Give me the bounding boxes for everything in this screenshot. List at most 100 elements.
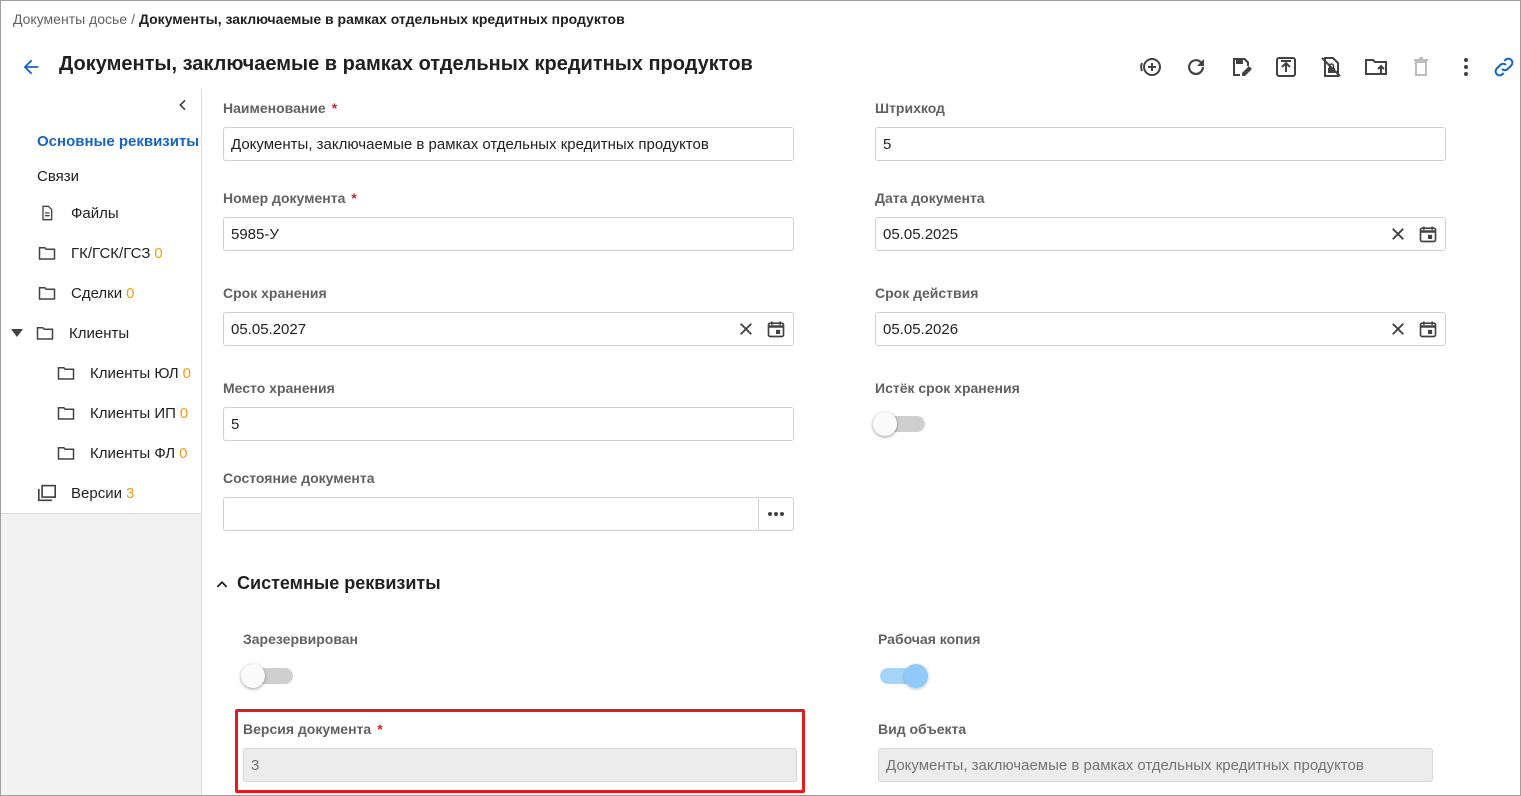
sidebar-item-files[interactable]: Файлы xyxy=(37,201,119,225)
doc-number-label: Номер документа * xyxy=(223,190,357,206)
page-header: Документы, заключаемые в рамках отдельны… xyxy=(1,45,1520,89)
item-count-badge: 0 xyxy=(179,444,188,462)
system-section-header[interactable]: Системные реквизиты xyxy=(215,573,441,594)
refresh-button[interactable] xyxy=(1173,51,1218,83)
sidebar-item-clients-ul[interactable]: Клиенты ЮЛ 0 xyxy=(56,361,191,385)
object-type-input[interactable]: Документы, заключаемые в рамках отдельны… xyxy=(878,748,1433,782)
main-form: Наименование * Документы, заключаемые в р… xyxy=(203,89,1520,795)
breadcrumb-parent[interactable]: Документы досье xyxy=(13,11,127,27)
chevron-up-icon xyxy=(216,580,228,588)
sidebar-item-versions[interactable]: Версии 3 xyxy=(37,481,134,505)
folder-icon xyxy=(56,443,76,463)
page-title: Документы, заключаемые в рамках отдельны… xyxy=(59,53,753,75)
clear-icon[interactable] xyxy=(735,317,757,341)
item-count-badge: 3 xyxy=(125,484,135,502)
collapse-sidebar-button[interactable] xyxy=(173,95,193,115)
unlock-file-icon xyxy=(1320,57,1341,77)
working-copy-toggle[interactable] xyxy=(876,663,930,689)
sidebar-item-label: Файлы xyxy=(71,204,119,222)
breadcrumb: Документы досье / Документы, заключаемые… xyxy=(13,11,625,27)
chevron-left-icon xyxy=(179,99,186,111)
barcode-input[interactable]: 5 xyxy=(875,127,1446,161)
sidebar-item-clients[interactable]: Клиенты xyxy=(11,321,129,345)
caret-down-icon[interactable] xyxy=(11,327,23,339)
link-button[interactable] xyxy=(1488,51,1520,83)
doc-number-input[interactable]: 5985-У xyxy=(223,217,794,251)
folder-move-icon xyxy=(1364,59,1387,75)
doc-date-input[interactable]: 05.05.2025 xyxy=(875,217,1446,251)
upload-button[interactable] xyxy=(1263,51,1308,83)
item-count-badge: 0 xyxy=(126,284,135,302)
breadcrumb-separator: / xyxy=(131,11,135,27)
doc-date-label: Дата документа xyxy=(875,190,985,206)
sidebar-item-label: Сделки xyxy=(71,284,123,302)
sidebar-item-clients-fl[interactable]: Клиенты ФЛ 0 xyxy=(56,441,187,465)
sidebar-item-clients-ip[interactable]: Клиенты ИП 0 xyxy=(56,401,188,425)
breadcrumb-current: Документы, заключаемые в рамках отдельны… xyxy=(138,11,625,27)
add-button[interactable] xyxy=(1128,51,1173,83)
storage-place-label: Место хранения xyxy=(223,380,335,396)
save-edit-icon xyxy=(1232,58,1252,76)
versions-icon xyxy=(37,483,57,503)
storage-expired-label: Истёк срок хранения xyxy=(875,380,1020,396)
storage-expired-toggle[interactable] xyxy=(873,411,927,437)
clear-icon[interactable] xyxy=(1387,317,1409,341)
unlock-file-button[interactable] xyxy=(1308,51,1353,83)
sidebar-item-links[interactable]: Связи xyxy=(37,164,79,188)
select-button[interactable] xyxy=(758,498,793,530)
sidebar-item-label: Связи xyxy=(37,167,80,185)
storage-place-input[interactable]: 5 xyxy=(223,407,794,441)
item-count-badge: 0 xyxy=(179,404,189,422)
add-circle-icon xyxy=(1139,58,1161,76)
sidebar-item-label: Клиенты xyxy=(69,324,130,342)
folder-icon xyxy=(56,403,76,423)
sidebar-item-label: ГК/ГСК/ГСЗ xyxy=(71,244,151,262)
sidebar-item-label: Основные реквизиты xyxy=(37,132,200,150)
back-button[interactable] xyxy=(17,53,45,81)
folder-icon xyxy=(56,363,76,383)
sidebar-item-deals[interactable]: Сделки 0 xyxy=(37,281,134,305)
link-icon xyxy=(1494,57,1514,77)
doc-version-label: Версия документа * xyxy=(243,721,383,737)
validity-term-input[interactable]: 05.05.2026 xyxy=(875,312,1446,346)
sidebar-item-main-attributes[interactable]: Основные реквизиты xyxy=(37,129,199,153)
reserved-label: Зарезервирован xyxy=(243,631,358,647)
sidebar-item-label: Версии xyxy=(71,484,122,502)
name-label: Наименование * xyxy=(223,100,338,116)
sidebar-item-label: Клиенты ИП xyxy=(90,404,176,422)
section-title: Системные реквизиты xyxy=(237,573,441,593)
refresh-icon xyxy=(1187,59,1204,76)
name-input[interactable]: Документы, заключаемые в рамках отдельны… xyxy=(223,127,794,161)
doc-version-input[interactable]: 3 xyxy=(243,748,797,782)
reserved-toggle[interactable] xyxy=(241,663,295,689)
more-button[interactable] xyxy=(1443,51,1488,83)
sidebar-item-label: Клиенты ЮЛ xyxy=(90,364,179,382)
object-type-label: Вид объекта xyxy=(878,721,967,737)
calendar-icon[interactable] xyxy=(1417,222,1439,246)
file-icon xyxy=(37,203,57,223)
barcode-label: Штрихкод xyxy=(875,100,945,116)
storage-term-input[interactable]: 05.05.2027 xyxy=(223,312,794,346)
clear-icon[interactable] xyxy=(1387,222,1409,246)
sidebar-nav: Основные реквизиты Связи Файлы ГК/ГСК/ГС… xyxy=(1,89,201,514)
calendar-icon[interactable] xyxy=(1417,317,1439,341)
doc-state-label: Состояние документа xyxy=(223,470,375,486)
item-count-badge: 0 xyxy=(154,244,163,262)
delete-icon xyxy=(1413,57,1428,76)
save-edit-button[interactable] xyxy=(1218,51,1263,83)
validity-term-label: Срок действия xyxy=(875,285,979,301)
folder-icon xyxy=(37,243,57,263)
sidebar-item-label: Клиенты ФЛ xyxy=(90,444,176,462)
calendar-icon[interactable] xyxy=(765,317,787,341)
sidebar: Основные реквизиты Связи Файлы ГК/ГСК/ГС… xyxy=(1,89,202,795)
folder-move-button[interactable] xyxy=(1353,51,1398,83)
storage-term-label: Срок хранения xyxy=(223,285,327,301)
sidebar-item-gk[interactable]: ГК/ГСК/ГСЗ 0 xyxy=(37,241,163,265)
delete-button[interactable] xyxy=(1398,51,1443,83)
working-copy-label: Рабочая копия xyxy=(878,631,981,647)
doc-state-input[interactable] xyxy=(223,497,794,531)
upload-icon xyxy=(1275,57,1296,77)
toolbar xyxy=(1128,51,1520,83)
folder-icon xyxy=(37,283,57,303)
folder-icon xyxy=(35,323,55,343)
